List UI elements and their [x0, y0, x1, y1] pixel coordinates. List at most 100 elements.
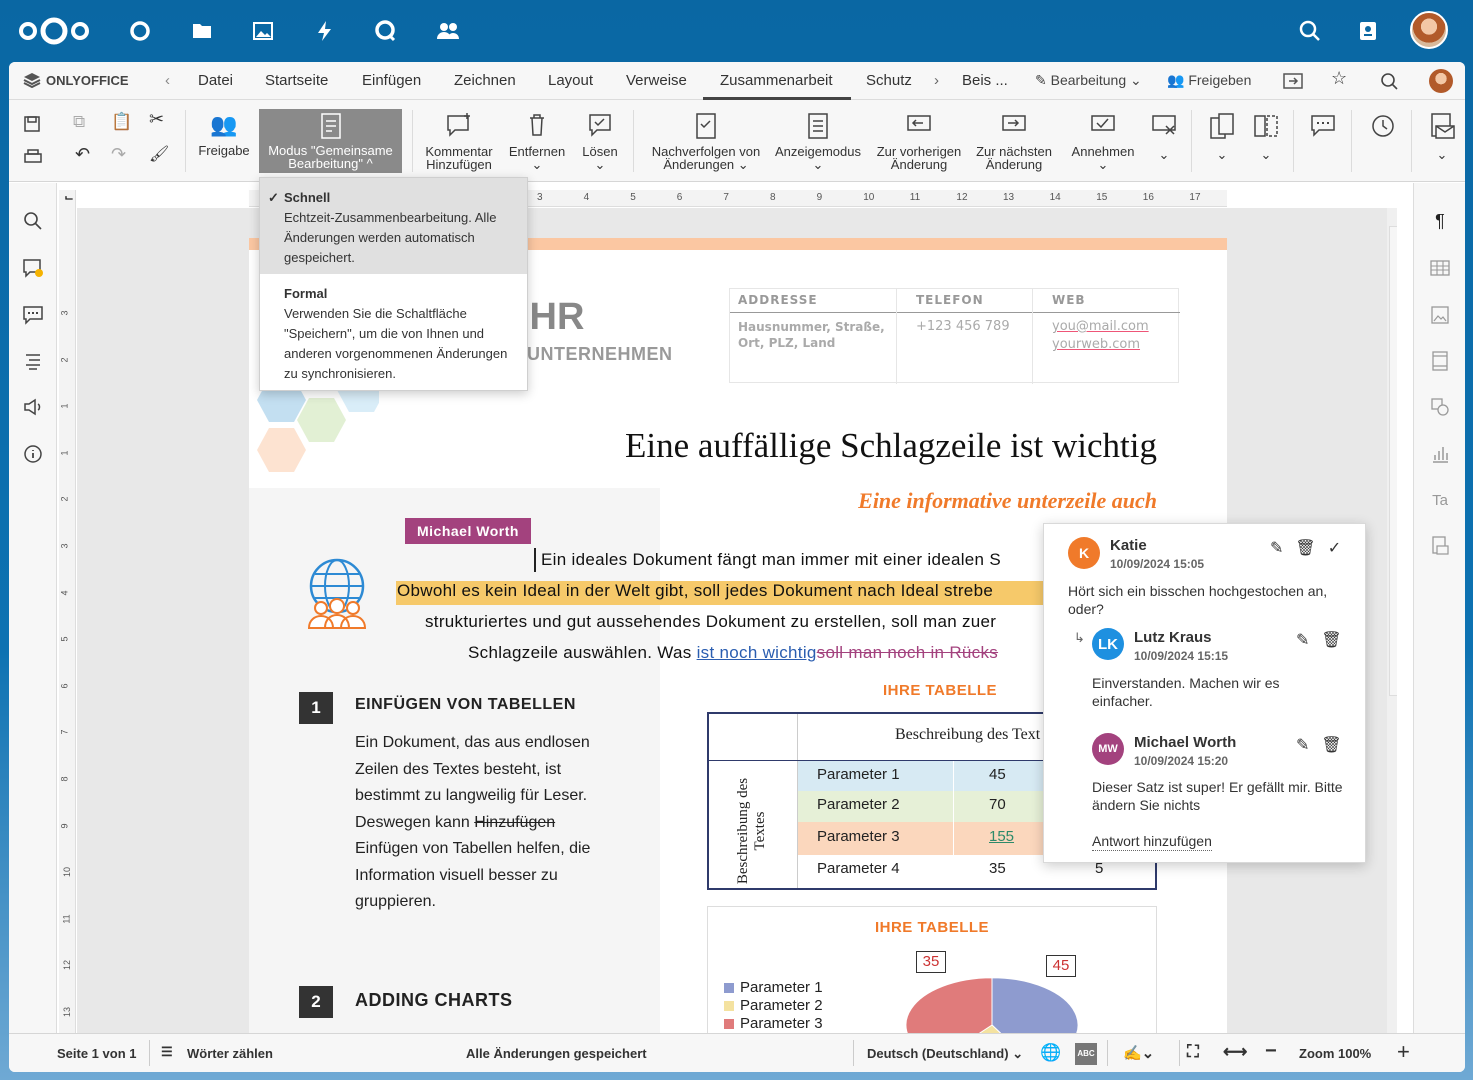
- mail-merge-button[interactable]: ⌄: [1427, 112, 1457, 161]
- redo-icon[interactable]: ↷: [111, 145, 126, 163]
- mail-merge-settings-icon[interactable]: [1428, 534, 1452, 558]
- chart-settings-icon[interactable]: [1428, 442, 1452, 466]
- trash-icon[interactable]: 🗑: [1321, 630, 1341, 650]
- paragraph-line-1[interactable]: Ein ideales Dokument fängt man immer mit…: [541, 550, 1001, 570]
- header-footer-icon[interactable]: [1428, 349, 1452, 373]
- info-icon[interactable]: [21, 442, 45, 466]
- reject-button[interactable]: ⌄: [1149, 112, 1179, 161]
- scrollbar-thumb[interactable]: [1389, 226, 1397, 696]
- paste-icon[interactable]: 📋: [111, 113, 132, 130]
- activity-icon[interactable]: [310, 16, 340, 46]
- print-icon[interactable]: [23, 148, 43, 168]
- paragraph-line-3[interactable]: strukturiertes und gut aussehendes Dokum…: [425, 612, 996, 632]
- vertical-scrollbar[interactable]: [1387, 208, 1397, 1043]
- copy-icon[interactable]: ⧉: [73, 113, 85, 130]
- section-1-body[interactable]: Ein Dokument, das aus endlosen Zeilen de…: [355, 730, 590, 916]
- mode-option-formal[interactable]: Formal Verwenden Sie die Schaltfläche "S…: [260, 274, 527, 390]
- fit-page-icon[interactable]: ⛶: [1187, 1042, 1199, 1062]
- photos-icon[interactable]: [248, 16, 278, 46]
- shape-settings-icon[interactable]: [1428, 395, 1452, 419]
- tab-beispiele[interactable]: Beis ...: [962, 72, 1008, 89]
- fit-width-icon[interactable]: ⟷: [1223, 1042, 1247, 1062]
- tab-datei[interactable]: Datei: [198, 72, 233, 89]
- zoom-out-icon[interactable]: −: [1265, 1040, 1277, 1063]
- contacts-menu-icon[interactable]: [1353, 16, 1383, 46]
- track-changes-status-icon[interactable]: ✍⌄: [1123, 1044, 1154, 1062]
- add-comment-button[interactable]: Kommentar Hinzufügen: [419, 112, 499, 171]
- text-art-icon[interactable]: Ta: [1428, 488, 1452, 512]
- search-doc-icon[interactable]: [1380, 72, 1398, 94]
- tab-zeichnen[interactable]: Zeichnen: [454, 72, 516, 89]
- add-reply-link[interactable]: Antwort hinzufügen: [1092, 832, 1212, 851]
- favorite-icon[interactable]: ☆: [1331, 68, 1347, 89]
- spellcheck-icon[interactable]: ABC: [1075, 1043, 1097, 1065]
- resolve-comment-button[interactable]: Lösen ⌄: [575, 112, 625, 171]
- tabs-scroll-left[interactable]: ‹: [165, 72, 170, 89]
- logo-icon[interactable]: [16, 16, 92, 46]
- search-icon[interactable]: [1295, 16, 1325, 46]
- zoom-in-icon[interactable]: +: [1397, 1039, 1410, 1065]
- chat-icon[interactable]: [21, 303, 45, 327]
- zoom-level[interactable]: Zoom 100%: [1299, 1046, 1371, 1061]
- web-email[interactable]: you@mail.com: [1052, 319, 1149, 334]
- contacts-icon[interactable]: [433, 16, 463, 46]
- files-icon[interactable]: [187, 16, 217, 46]
- table-settings-icon[interactable]: [1428, 256, 1452, 280]
- chart-frame[interactable]: IHRE TABELLE Parameter 1 Parameter 2 Param…: [707, 906, 1157, 1043]
- page-counter[interactable]: Seite 1 von 1: [57, 1046, 136, 1061]
- edit-icon[interactable]: ✎: [1270, 538, 1283, 558]
- open-location-icon[interactable]: [1283, 72, 1303, 94]
- prev-change-button[interactable]: Zur vorherigen Änderung: [873, 112, 965, 171]
- language-select[interactable]: Deutsch (Deutschland) ⌄: [867, 1046, 1023, 1062]
- image-settings-icon[interactable]: [1428, 303, 1452, 327]
- paragraph-line-2[interactable]: Obwohl es kein Ideal in der Welt gibt, s…: [397, 581, 993, 601]
- trash-icon[interactable]: 🗑: [1295, 538, 1315, 558]
- doc-user-avatar[interactable]: [1429, 69, 1453, 93]
- tab-startseite[interactable]: Startseite: [265, 72, 328, 89]
- inserted-text[interactable]: ist noch wichtig: [697, 643, 817, 662]
- globe-icon[interactable]: 🌐: [1040, 1043, 1061, 1063]
- co-editing-mode-button[interactable]: Modus "Gemeinsame Bearbeitung" ^: [259, 109, 402, 173]
- tab-layout[interactable]: Layout: [548, 72, 593, 89]
- version-history-button[interactable]: [1369, 112, 1397, 142]
- track-changes-button[interactable]: Nachverfolgen von Änderungen ⌄: [641, 112, 771, 171]
- edit-icon[interactable]: ✎: [1296, 630, 1309, 650]
- resolve-check-icon[interactable]: ✓: [1328, 538, 1341, 558]
- web-url[interactable]: yourweb.com: [1052, 337, 1140, 352]
- remove-comment-button[interactable]: Entfernen ⌄: [505, 112, 569, 171]
- tab-schutz[interactable]: Schutz: [866, 72, 912, 89]
- tab-verweise[interactable]: Verweise: [626, 72, 687, 89]
- comments-icon[interactable]: [21, 256, 45, 280]
- edit-mode-button[interactable]: ✎ Bearbeitung ⌄: [1035, 72, 1142, 89]
- display-mode-button[interactable]: Anzeigemodus ⌄: [771, 112, 865, 171]
- next-change-button[interactable]: Zur nächsten Änderung: [971, 112, 1057, 171]
- dashboard-icon[interactable]: [125, 16, 155, 46]
- format-painter-icon[interactable]: 🖌: [149, 147, 169, 163]
- paragraph-settings-icon[interactable]: ¶: [1428, 209, 1452, 233]
- accept-button[interactable]: Annehmen ⌄: [1065, 112, 1141, 171]
- trash-icon[interactable]: 🗑: [1321, 735, 1341, 755]
- word-count-button[interactable]: Wörter zählen: [187, 1046, 273, 1061]
- ruler-tick: 2: [59, 496, 70, 502]
- tabs-scroll-right[interactable]: ›: [934, 72, 939, 89]
- tab-stop-selector[interactable]: ⌙: [62, 191, 76, 205]
- share-button[interactable]: 👥 Freigabe: [193, 112, 255, 157]
- navigation-icon[interactable]: [21, 349, 45, 373]
- tab-einfuegen[interactable]: Einfügen: [362, 72, 421, 89]
- save-icon[interactable]: [23, 115, 41, 135]
- chat-button[interactable]: [1309, 112, 1339, 140]
- combine-button[interactable]: ⌄: [1251, 112, 1281, 161]
- mode-option-fast[interactable]: ✓ Schnell Echtzeit-Zusammenbearbeitung. …: [260, 178, 527, 274]
- edit-icon[interactable]: ✎: [1296, 735, 1309, 755]
- user-avatar[interactable]: [1410, 11, 1448, 49]
- share-tab-button[interactable]: 👥 Freigeben: [1167, 72, 1251, 89]
- search-icon[interactable]: [21, 209, 45, 233]
- feedback-icon[interactable]: [21, 395, 45, 419]
- undo-icon[interactable]: ↶: [75, 145, 90, 163]
- tab-zusammenarbeit[interactable]: Zusammenarbeit: [720, 72, 833, 89]
- talk-icon[interactable]: [371, 16, 401, 46]
- cut-icon[interactable]: ✂: [149, 110, 164, 128]
- compare-button[interactable]: ⌄: [1207, 112, 1237, 161]
- deleted-text[interactable]: soll man noch in Rücks: [817, 643, 998, 662]
- paragraph-line-4[interactable]: Schlagzeile auswählen. Was ist noch wich…: [468, 643, 998, 663]
